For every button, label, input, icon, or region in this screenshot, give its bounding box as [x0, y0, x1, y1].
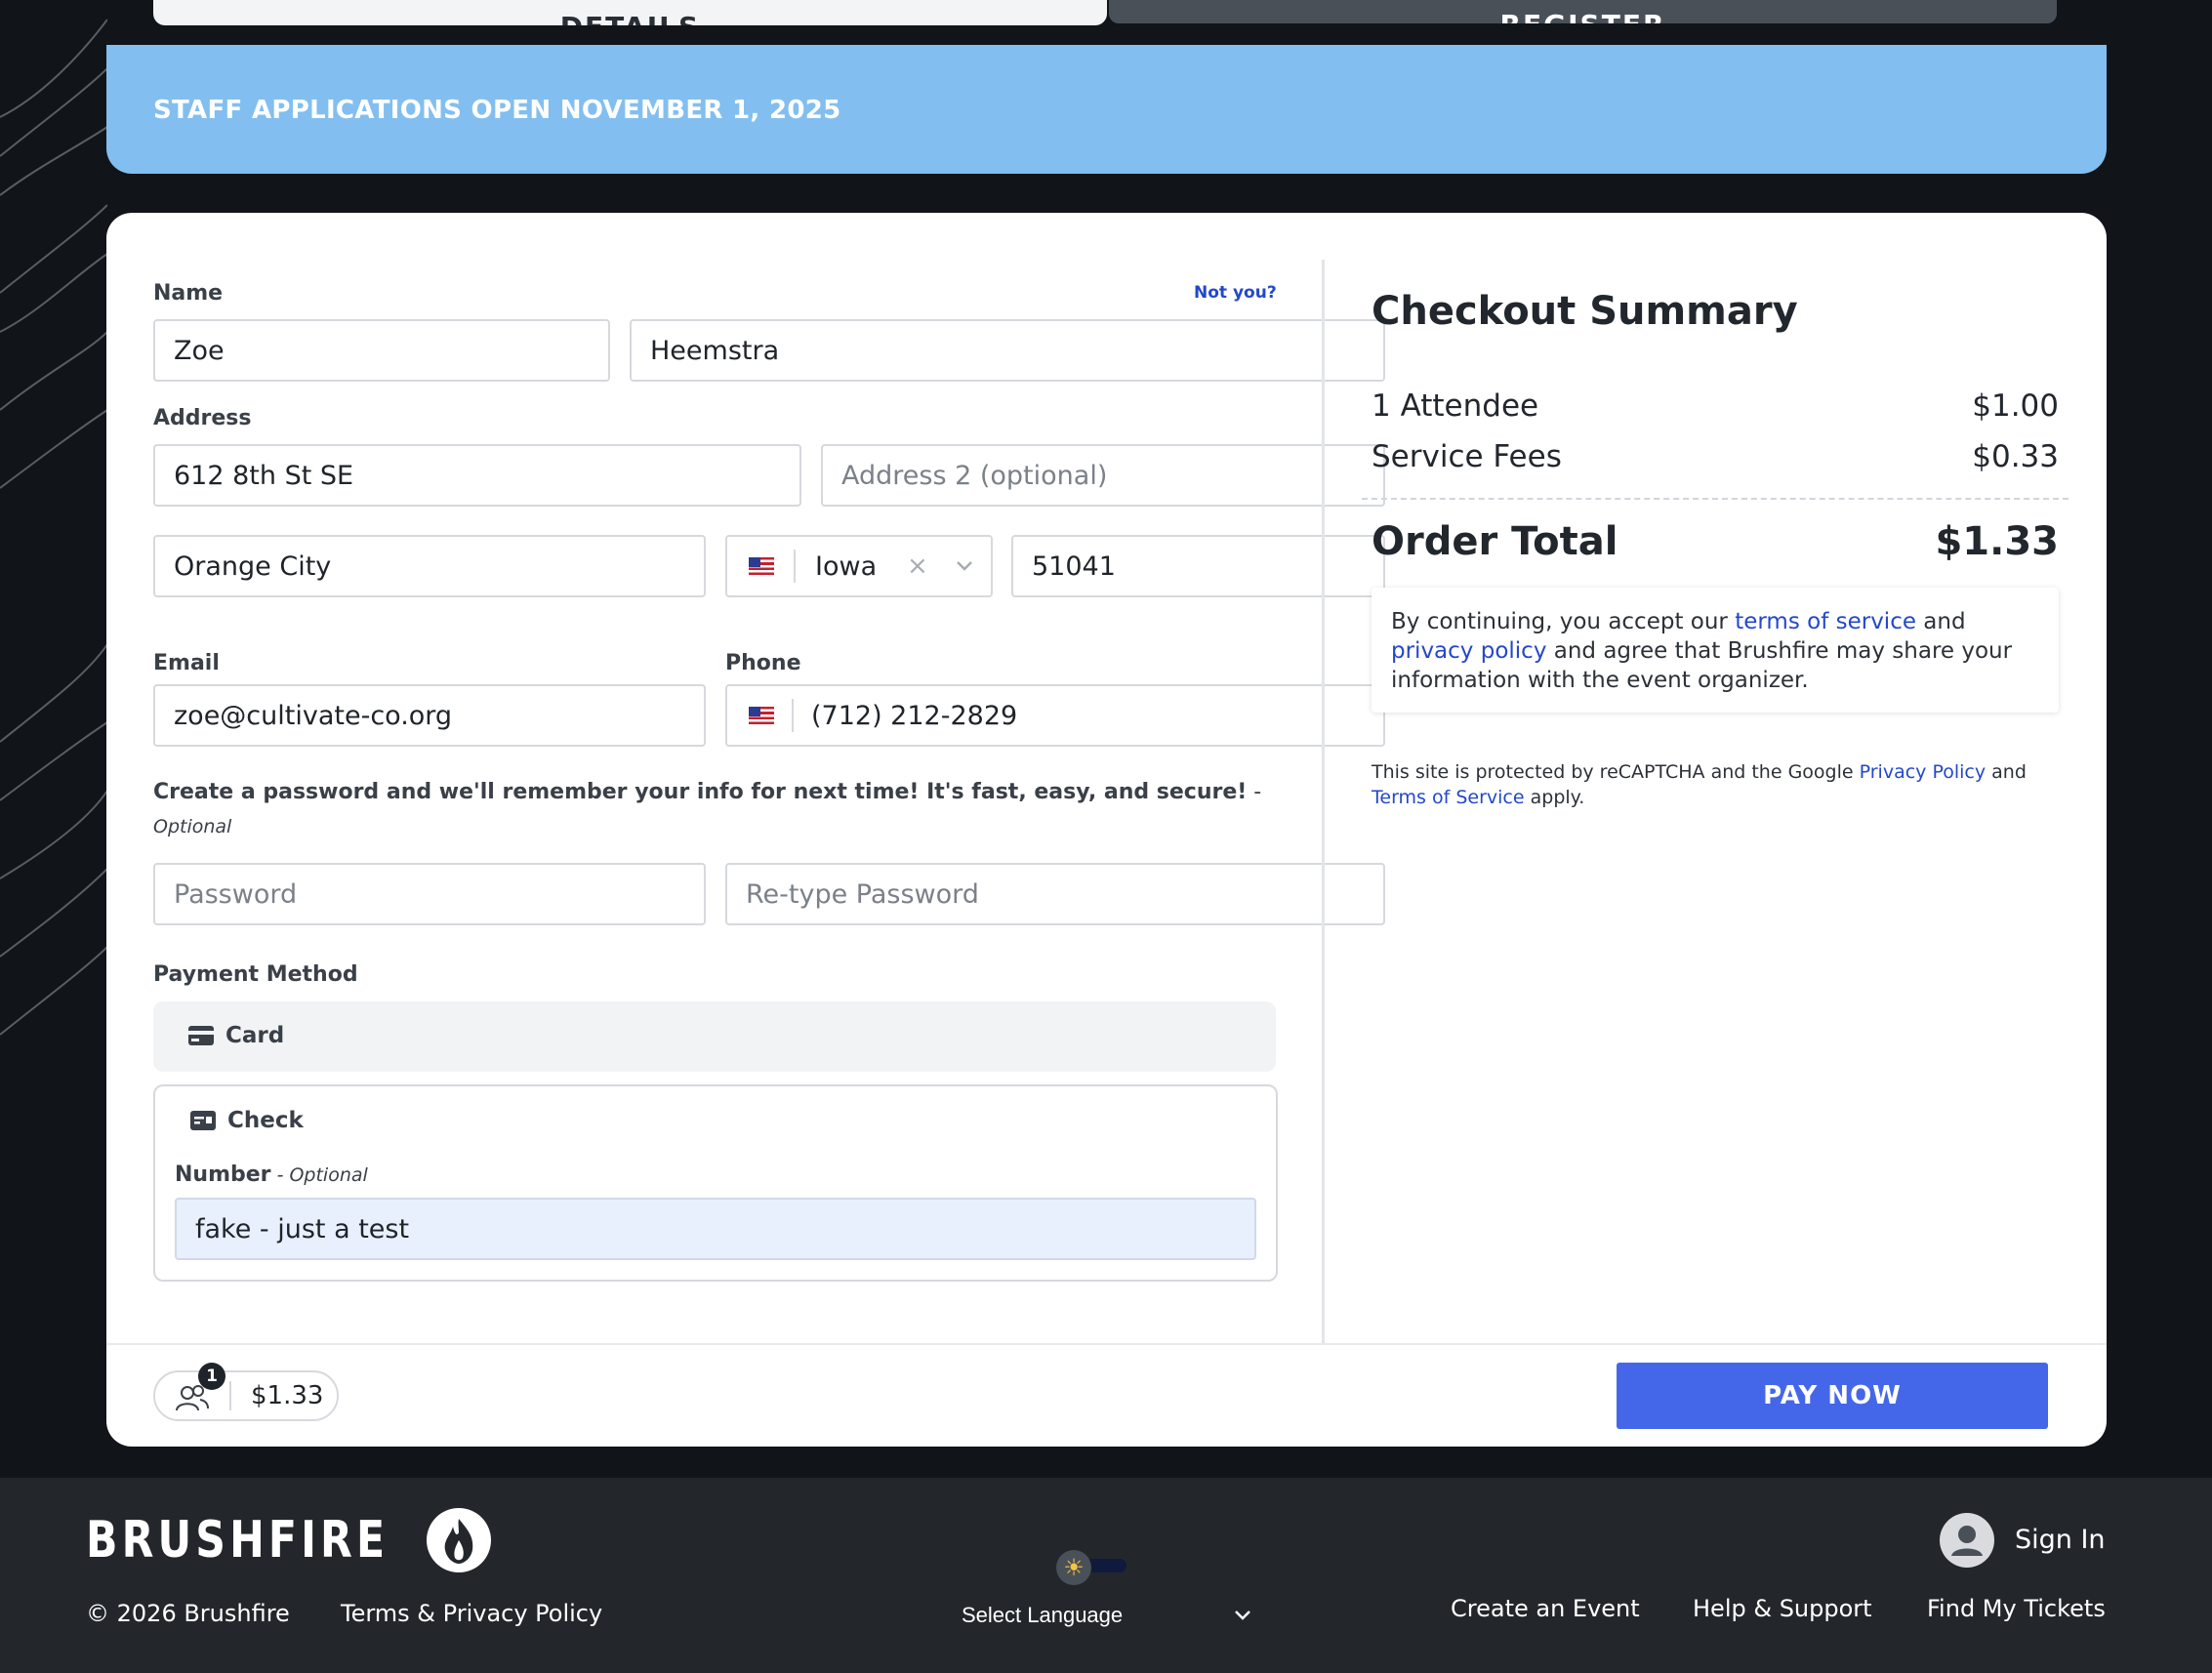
credit-card-icon	[188, 1026, 214, 1045]
privacy-policy-link[interactable]: privacy policy	[1391, 638, 1546, 664]
us-flag-icon	[749, 557, 774, 575]
check-number-optional: - Optional	[270, 1164, 368, 1186]
us-flag-icon	[749, 707, 774, 724]
copyright-text: © 2026 Brushfire	[86, 1600, 290, 1627]
attendee-count-badge: 1	[198, 1363, 225, 1390]
password-optional-label: Optional	[153, 816, 232, 837]
zip-field[interactable]: 51041	[1011, 535, 1385, 597]
summary-row-fees: Service Fees $0.33	[1372, 439, 2059, 474]
password-prompt-dash: -	[1247, 780, 1262, 804]
address2-field[interactable]: Address 2 (optional)	[821, 444, 1385, 507]
city-field[interactable]: Orange City	[153, 535, 706, 597]
fees-label: Service Fees	[1372, 439, 1562, 474]
bottom-bar-divider	[106, 1343, 2107, 1345]
retype-password-field[interactable]: Re-type Password	[725, 863, 1385, 925]
phone-label: Phone	[725, 651, 801, 675]
check-number-label: Number	[175, 1163, 271, 1187]
pay-now-button[interactable]: PAY NOW	[1617, 1363, 2048, 1429]
phone-field[interactable]: (712) 212-2829	[725, 684, 1385, 747]
banner-text: STAFF APPLICATIONS OPEN NOVEMBER 1, 2025	[153, 96, 841, 125]
announcement-banner: STAFF APPLICATIONS OPEN NOVEMBER 1, 2025	[106, 45, 2107, 174]
tab-details-label: DETAILS	[560, 11, 700, 25]
address-label: Address	[153, 406, 252, 430]
first-name-field[interactable]: Zoe	[153, 319, 610, 382]
phone-separator	[792, 699, 794, 732]
check-icon	[190, 1111, 216, 1130]
recaptcha-suffix: apply.	[1524, 787, 1585, 808]
find-tickets-link[interactable]: Find My Tickets	[1927, 1595, 2106, 1622]
page: DETAILS REGISTER STAFF APPLICATIONS OPEN…	[0, 0, 2212, 1673]
fees-price: $0.33	[1972, 439, 2059, 474]
payment-option-card[interactable]: Card	[153, 1001, 1276, 1072]
recaptcha-notice: This site is protected by reCAPTCHA and …	[1372, 759, 2065, 810]
pill-separator	[229, 1381, 231, 1410]
password-prompt: Create a password and we'll remember you…	[153, 780, 1393, 804]
terms-of-service-link[interactable]: terms of service	[1735, 609, 1916, 634]
card-option-label: Card	[225, 1023, 285, 1048]
order-total-value: $1.33	[1935, 519, 2059, 564]
tos-and: and	[1916, 609, 1966, 634]
check-option-label: Check	[227, 1108, 304, 1133]
help-support-link[interactable]: Help & Support	[1693, 1595, 1872, 1622]
select-language-label[interactable]: Select Language	[962, 1603, 1123, 1628]
column-divider	[1322, 260, 1325, 1345]
state-value: Iowa	[815, 551, 878, 582]
site-footer: BRUSHFIRE © 2026 Brushfire Terms & Priva…	[0, 1478, 2212, 1673]
address1-field[interactable]: 612 8th St SE	[153, 444, 801, 507]
chevron-down-icon[interactable]	[956, 560, 973, 572]
check-number-field[interactable]: fake - just a test	[175, 1198, 1256, 1260]
theme-toggle[interactable]: ☀	[1056, 1550, 1128, 1585]
attendee-price: $1.00	[1972, 388, 2059, 424]
tab-register[interactable]: REGISTER	[1107, 0, 2059, 25]
password-prompt-text: Create a password and we'll remember you…	[153, 780, 1248, 804]
recaptcha-and: and	[1986, 761, 2027, 783]
cart-total: $1.33	[251, 1381, 324, 1410]
email-field[interactable]: zoe@cultivate-co.org	[153, 684, 706, 747]
tos-prefix: By continuing, you accept our	[1391, 609, 1736, 634]
step-tabs: DETAILS REGISTER	[153, 0, 2059, 25]
last-name-field[interactable]: Heemstra	[630, 319, 1385, 382]
sun-icon: ☀	[1056, 1550, 1091, 1585]
card-option-title: Card	[188, 1023, 284, 1048]
background-scribble-decoration	[0, 19, 107, 1036]
check-option-title: Check	[190, 1108, 304, 1133]
attendee-label: 1 Attendee	[1372, 388, 1539, 424]
check-number-label-row: Number - Optional	[175, 1163, 368, 1187]
user-avatar-icon[interactable]	[1940, 1513, 1994, 1568]
language-chevron-down-icon[interactable]	[1234, 1610, 1251, 1621]
state-select[interactable]: Iowa ×	[725, 535, 993, 597]
payment-option-check[interactable]: Check Number - Optional fake - just a te…	[153, 1084, 1278, 1282]
tab-details[interactable]: DETAILS	[153, 0, 1107, 25]
checkout-card: Name Not you? Zoe Heemstra Address 612 8…	[106, 213, 2107, 1447]
brushfire-logo[interactable]: BRUSHFIRE	[86, 1507, 492, 1573]
brushfire-wordmark: BRUSHFIRE	[86, 1511, 389, 1570]
state-separator	[794, 550, 796, 583]
order-total-label: Order Total	[1372, 519, 1618, 564]
name-label: Name	[153, 281, 224, 306]
order-total-row: Order Total $1.33	[1372, 519, 2059, 564]
terms-privacy-link[interactable]: Terms & Privacy Policy	[341, 1600, 602, 1627]
google-privacy-link[interactable]: Privacy Policy	[1860, 761, 1986, 783]
terms-notice: By continuing, you accept our terms of s…	[1372, 588, 2059, 713]
summary-divider	[1362, 498, 2069, 500]
checkout-summary-title: Checkout Summary	[1372, 289, 1798, 334]
payment-method-label: Payment Method	[153, 962, 358, 987]
clear-icon[interactable]: ×	[907, 551, 928, 581]
recaptcha-prefix: This site is protected by reCAPTCHA and …	[1372, 761, 1860, 783]
create-event-link[interactable]: Create an Event	[1451, 1595, 1640, 1622]
phone-value: (712) 212-2829	[811, 700, 1018, 731]
summary-row-attendee: 1 Attendee $1.00	[1372, 388, 2059, 424]
attendees-icon-wrap: 1	[155, 1363, 229, 1419]
flame-logo-icon	[427, 1508, 492, 1572]
email-label: Email	[153, 651, 220, 675]
cart-summary-pill[interactable]: 1 $1.33	[153, 1363, 339, 1421]
person-icon	[1951, 1526, 1983, 1556]
not-you-link[interactable]: Not you?	[1194, 283, 1277, 303]
sign-in-link[interactable]: Sign In	[2015, 1525, 2106, 1555]
google-terms-link[interactable]: Terms of Service	[1372, 787, 1525, 808]
password-field[interactable]: Password	[153, 863, 706, 925]
tab-register-label: REGISTER	[1499, 9, 1666, 25]
